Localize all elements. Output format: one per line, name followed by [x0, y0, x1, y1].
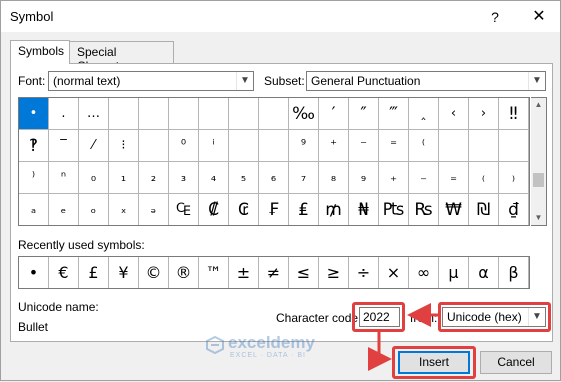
tab-symbols-label: Symbols: [18, 44, 65, 58]
arrow-to-insert-button: [368, 332, 392, 371]
annotation-arrows: [368, 303, 438, 371]
tab-symbols[interactable]: Symbols: [10, 40, 70, 64]
symbol-dialog: Symbol ? ✕ Symbols Special Characters Fo…: [0, 0, 561, 381]
